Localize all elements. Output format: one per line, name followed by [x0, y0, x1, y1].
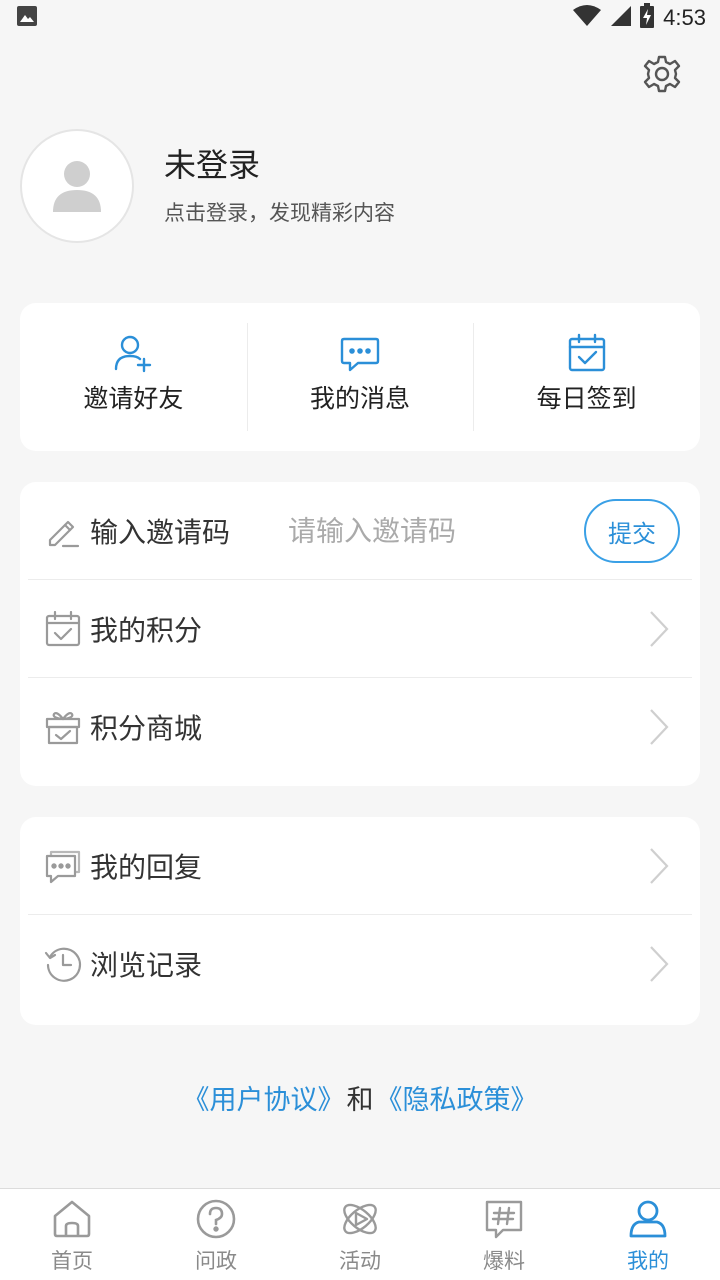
points-card: 输入邀请码 提交 我的积分 积分商城 — [20, 482, 700, 786]
chevron-right-icon — [650, 611, 669, 647]
agreement-links: 《用户协议》和《隐私政策》 — [0, 1078, 720, 1117]
invite-code-label: 输入邀请码 — [90, 516, 231, 549]
history-clock-icon — [44, 945, 82, 983]
tab-mine-label: 我的 — [627, 1249, 669, 1273]
agreement-and: 和 — [346, 1085, 374, 1116]
my-messages-button[interactable]: 我的消息 — [246, 303, 474, 451]
tab-home[interactable]: 首页 — [0, 1189, 144, 1280]
chevron-right-icon — [650, 709, 669, 745]
chat-bubble-icon — [44, 847, 82, 885]
invite-friends-button[interactable]: 邀请好友 — [20, 303, 247, 451]
privacy-policy-link[interactable]: 《隐私政策》 — [376, 1085, 538, 1116]
quick-actions-card: 邀请好友 我的消息 每日签到 — [20, 303, 700, 451]
invite-code-row: 输入邀请码 提交 — [28, 482, 692, 580]
status-icons: 4:53 — [573, 3, 706, 33]
tab-tipoffs-label: 爆料 — [483, 1249, 525, 1273]
profile-text: 未登录 点击登录，发现精彩内容 — [164, 145, 395, 227]
browse-history-label: 浏览记录 — [90, 949, 203, 982]
tab-questions[interactable]: 问政 — [144, 1189, 288, 1280]
orbit-play-icon — [338, 1197, 382, 1241]
battery-charging-icon — [639, 3, 655, 33]
daily-checkin-label: 每日签到 — [536, 384, 637, 413]
user-silhouette-icon — [53, 161, 101, 212]
daily-checkin-button[interactable]: 每日签到 — [473, 303, 700, 451]
avatar[interactable] — [20, 129, 134, 243]
status-bar: 4:53 — [0, 0, 720, 36]
chat-bubble-icon — [340, 333, 380, 373]
chevron-right-icon — [650, 848, 669, 884]
my-points-row[interactable]: 我的积分 — [28, 580, 692, 678]
browse-history-row[interactable]: 浏览记录 — [28, 915, 692, 1013]
tab-questions-label: 问政 — [195, 1249, 237, 1273]
tab-activities-label: 活动 — [339, 1249, 381, 1273]
bottom-tab-bar: 首页 问政 活动 爆料 我的 — [0, 1188, 720, 1280]
add-user-icon — [113, 333, 153, 373]
signal-icon — [609, 5, 632, 31]
activity-card: 我的回复 浏览记录 — [20, 817, 700, 1025]
status-time: 4:53 — [663, 5, 706, 30]
calendar-check-icon — [567, 333, 607, 373]
submit-button[interactable]: 提交 — [584, 499, 680, 563]
wifi-icon — [573, 5, 602, 31]
my-replies-label: 我的回复 — [90, 851, 203, 884]
question-circle-icon — [194, 1197, 238, 1241]
tab-tipoffs[interactable]: 爆料 — [432, 1189, 576, 1280]
points-mall-row[interactable]: 积分商城 — [28, 678, 692, 776]
chevron-right-icon — [650, 946, 669, 982]
invite-friends-label: 邀请好友 — [83, 384, 184, 413]
settings-button[interactable] — [640, 52, 684, 96]
invite-code-input[interactable] — [288, 514, 548, 548]
calendar-check-icon — [44, 610, 82, 648]
home-icon — [50, 1197, 94, 1241]
user-icon — [626, 1197, 670, 1241]
login-status[interactable]: 未登录 — [164, 145, 395, 185]
image-notification-icon — [16, 5, 38, 31]
login-prompt[interactable]: 点击登录，发现精彩内容 — [164, 197, 395, 227]
tab-activities[interactable]: 活动 — [288, 1189, 432, 1280]
tab-home-label: 首页 — [51, 1249, 93, 1273]
points-mall-label: 积分商城 — [90, 712, 203, 745]
my-messages-label: 我的消息 — [310, 384, 411, 413]
profile-header[interactable]: 未登录 点击登录，发现精彩内容 — [20, 128, 700, 244]
tab-mine[interactable]: 我的 — [576, 1189, 720, 1280]
gear-icon — [643, 55, 681, 93]
my-replies-row[interactable]: 我的回复 — [28, 817, 692, 915]
my-points-label: 我的积分 — [90, 614, 203, 647]
gift-box-icon — [44, 708, 82, 746]
hashtag-bubble-icon — [482, 1197, 526, 1241]
pencil-icon — [44, 512, 82, 550]
user-agreement-link[interactable]: 《用户协议》 — [183, 1085, 345, 1116]
